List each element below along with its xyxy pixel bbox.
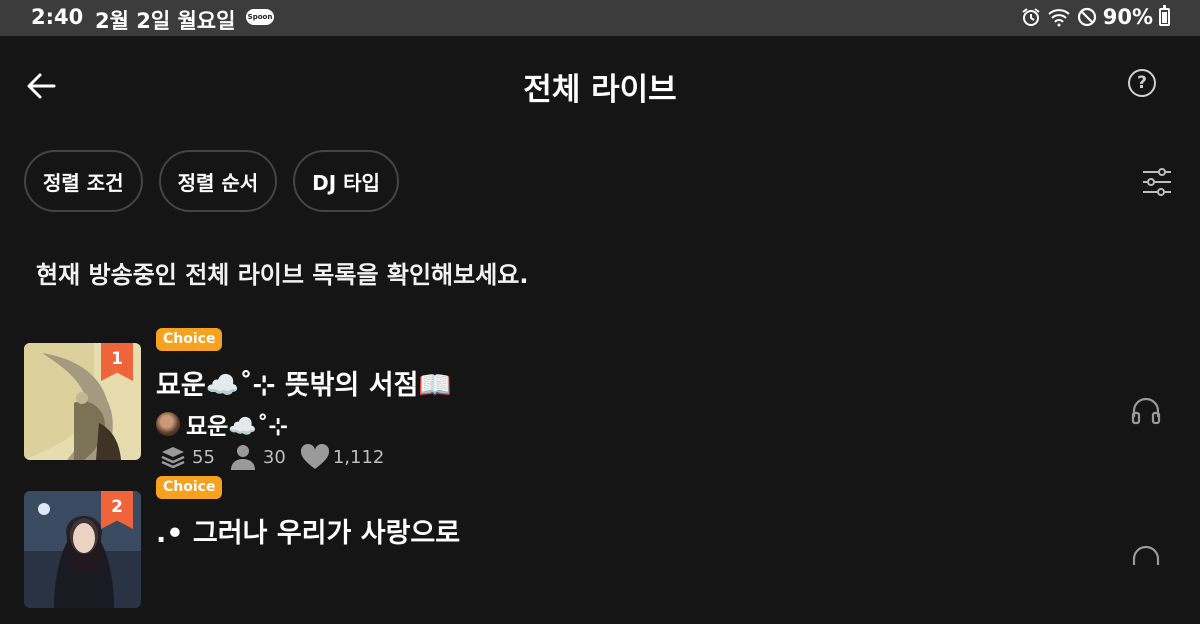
live-thumbnail[interactable]: 2 [24,491,141,608]
like-stat: 1,112 [300,444,385,470]
stack-count: 55 [192,446,215,468]
spoon-notification-icon: Spoon [246,9,274,25]
dnd-icon [1077,7,1097,27]
battery-icon [1159,5,1170,26]
page-title: 전체 라이브 [523,72,677,108]
dj-info: 묘운☁️˚⊹ [156,407,288,441]
status-time: 2:40 [31,5,84,29]
status-bar: 2:40 2월 2일 월요일 Spoon 90% [0,0,1200,36]
stack-stat: 55 [160,445,215,469]
listener-count: 30 [262,446,286,468]
wifi-icon [1047,7,1071,27]
listener-stat: 30 [229,444,286,470]
filter-sliders-icon [1143,168,1171,196]
page-subtitle: 현재 방송중인 전체 라이브 목록을 확인해보세요. [36,261,529,289]
dj-type-chip[interactable]: DJ 타입 [293,150,399,212]
filter-chips: 정렬 조건 정렬 순서 DJ 타입 [24,150,399,212]
heart-icon [300,444,329,469]
sort-order-chip[interactable]: 정렬 순서 [158,150,278,212]
dj-avatar [156,412,180,436]
choice-badge: Choice [156,328,223,351]
sort-criteria-chip[interactable]: 정렬 조건 [24,150,143,212]
battery-percent: 90% [1102,5,1153,29]
like-count: 1,112 [332,446,385,468]
help-button[interactable]: ? [1128,69,1156,97]
person-icon [230,445,255,470]
live-list-item[interactable]: 1 Choice 묘운☁️˚⊹ 뜻밖의 서점📖 묘운☁️˚⊹ 55 30 1,1… [0,326,1200,476]
status-icons: 90% [1021,5,1170,29]
listen-button[interactable] [1130,395,1162,425]
live-title: 묘운☁️˚⊹ 뜻밖의 서점📖 [156,370,453,401]
listen-button[interactable] [1130,543,1162,573]
live-thumbnail[interactable]: 1 [24,343,141,460]
live-title: .• 그러나 우리가 사랑으로 [156,518,461,549]
choice-badge: Choice [156,476,223,499]
filter-settings-button[interactable] [1140,165,1174,199]
live-stats: 55 30 1,112 [160,444,398,470]
headphones-icon [1131,397,1161,425]
live-list-item[interactable]: 2 Choice .• 그러나 우리가 사랑으로 [0,474,1200,624]
dj-name: 묘운☁️˚⊹ [186,414,288,440]
alarm-icon [1021,7,1041,27]
headphones-icon [1132,545,1160,565]
status-date: 2월 2일 월요일 [95,9,236,33]
app-header: 전체 라이브 ? [0,36,1200,132]
stack-icon [161,447,185,469]
